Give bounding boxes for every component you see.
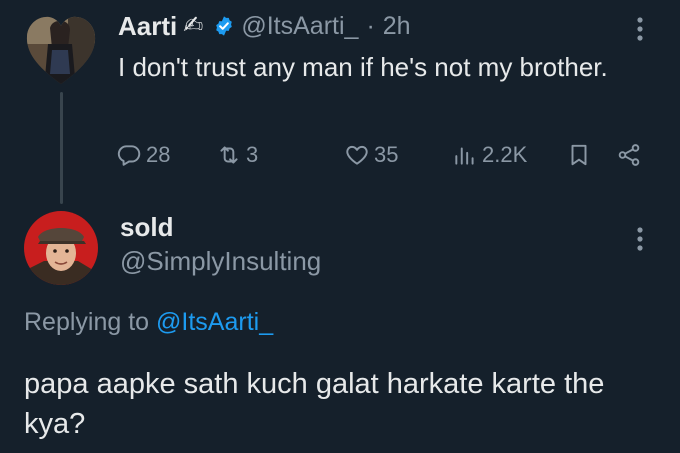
like-count: 35	[374, 142, 399, 167]
replying-to-handle-link[interactable]: @ItsAarti_	[156, 308, 273, 336]
avatar[interactable]	[24, 14, 98, 88]
reply-button[interactable]: 28	[116, 140, 170, 170]
retweet-icon	[220, 146, 238, 164]
more-options-icon[interactable]	[628, 226, 652, 252]
author-name[interactable]: Aarti	[118, 11, 177, 42]
views-icon	[455, 147, 474, 165]
replying-to-label: Replying to	[24, 308, 150, 336]
share-button[interactable]	[616, 140, 642, 170]
view-count: 2.2K	[482, 142, 528, 167]
author-handle[interactable]: @ItsAarti_	[241, 12, 358, 41]
share-icon	[618, 144, 640, 166]
avatar[interactable]	[24, 211, 98, 285]
bookmark-button[interactable]	[566, 140, 592, 170]
views-button[interactable]: 2.2K	[452, 140, 527, 170]
like-button[interactable]: 35	[344, 140, 398, 170]
retweet-button[interactable]: 3	[216, 140, 258, 170]
reply-text: papa aapke sath kuch galat harkate karte…	[24, 368, 605, 440]
separator-dot: ·	[366, 11, 375, 40]
timestamp[interactable]: 2h	[383, 12, 411, 41]
tweet-actions-bar: 28 3 35 2.2K	[116, 140, 656, 170]
retweet-count: 3	[246, 142, 259, 167]
author-handle[interactable]: @SimplyInsulting	[120, 246, 321, 277]
thread-connector-line	[60, 92, 63, 204]
more-options-icon[interactable]	[628, 16, 652, 42]
replying-to-line: Replying to @ItsAarti_	[24, 308, 273, 337]
verified-badge-icon	[216, 16, 233, 36]
tweet-text: I don't trust any man if he's not my bro…	[118, 52, 608, 82]
heart-icon	[346, 145, 368, 165]
author-name[interactable]: sold	[120, 212, 173, 243]
tweet-thread: Aarti ✍ @ItsAarti_ · 2h I don't trust an…	[0, 0, 680, 453]
reply-count: 28	[146, 142, 171, 167]
bookmark-icon	[571, 144, 587, 166]
tweet-header: Aarti ✍ @ItsAarti_ · 2h	[118, 8, 411, 44]
reply-icon	[117, 145, 141, 166]
writing-hand-emoji: ✍	[183, 12, 204, 39]
